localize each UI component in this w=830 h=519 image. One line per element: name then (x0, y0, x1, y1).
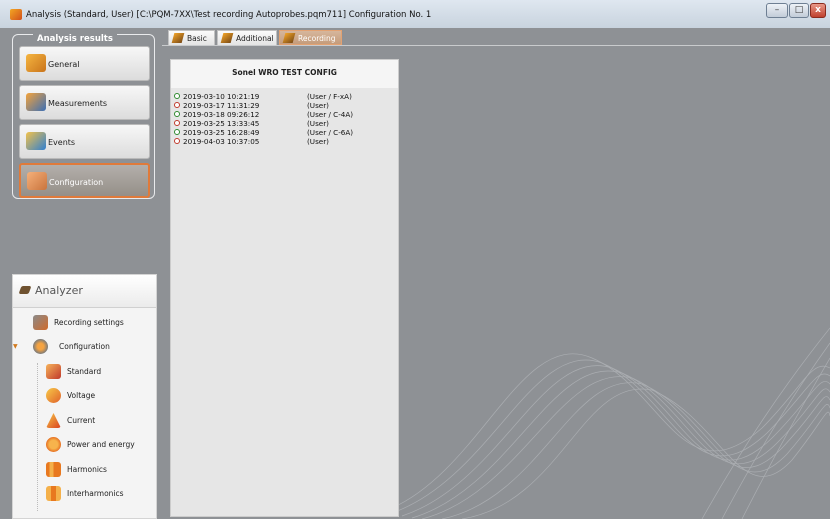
tab-recording[interactable]: Recording (279, 30, 342, 45)
tab-additional-label: Additional (236, 34, 274, 43)
record-mode: (User / F-xA) (307, 92, 352, 101)
status-red-icon (174, 138, 180, 144)
expand-arrow-icon[interactable]: ▼ (13, 343, 18, 350)
recording-settings-icon (33, 315, 48, 330)
power-energy-icon (46, 437, 61, 452)
events-label: Events (48, 138, 76, 147)
list-item[interactable]: 2019-03-18 09:26:12 (User / C-4A) (173, 110, 396, 119)
analysis-results-group: Analysis results General Measurements Ev… (12, 34, 155, 199)
measurements-icon (26, 93, 46, 111)
tree-item-label: Voltage (67, 391, 96, 400)
analyzer-header: Analyzer (13, 275, 156, 308)
measurements-label: Measurements (48, 99, 108, 108)
harmonics-icon (46, 462, 61, 477)
tab-strip-line (162, 45, 830, 46)
window-title: Analysis (Standard, User) [C:\PQM-7XX\Te… (26, 10, 432, 20)
analyzer-icon (18, 286, 32, 294)
left-panel: Analysis results General Measurements Ev… (0, 28, 162, 519)
tab-basic[interactable]: Basic (168, 30, 215, 45)
current-icon (46, 413, 61, 428)
record-mode: (User / C-4A) (307, 110, 354, 119)
tab-additional[interactable]: Additional (217, 30, 277, 45)
standard-icon (46, 364, 61, 379)
analysis-results-label: Analysis results (33, 34, 117, 44)
minimize-button[interactable]: – (766, 3, 788, 18)
list-item[interactable]: 2019-04-03 10:37:05 (User) (173, 137, 396, 146)
voltage-icon (46, 388, 61, 403)
minimize-icon: – (774, 5, 780, 15)
main-area: Basic Additional Recording Sonel WRO TES… (162, 28, 830, 519)
config-title: Sonel WRO TEST CONFIG (232, 68, 337, 77)
interharmonics-icon (46, 486, 61, 501)
tab-basic-label: Basic (187, 34, 207, 43)
record-datetime: 2019-03-25 13:33:45 (183, 119, 260, 128)
tree-item-label: Interharmonics (67, 489, 124, 498)
tree-item-label: Current (67, 416, 96, 425)
record-datetime: 2019-04-03 10:37:05 (183, 137, 260, 146)
status-green-icon (174, 129, 180, 135)
events-button[interactable]: Events (19, 124, 150, 159)
maximize-button[interactable]: □ (789, 3, 809, 18)
events-icon (26, 132, 46, 150)
list-item[interactable]: 2019-03-25 13:33:45 (User) (173, 119, 396, 128)
record-datetime: 2019-03-25 16:28:49 (183, 128, 260, 137)
measurements-button[interactable]: Measurements (19, 85, 150, 120)
tree-item-label: Power and energy (67, 440, 135, 449)
configuration-button[interactable]: Configuration (19, 163, 150, 198)
tab-recording-label: Recording (298, 34, 336, 43)
tree-item-label: Recording settings (54, 318, 124, 327)
list-item[interactable]: 2019-03-25 16:28:49 (User / C-6A) (173, 128, 396, 137)
record-mode: (User / C-6A) (307, 128, 354, 137)
status-red-icon (174, 120, 180, 126)
configuration-label: Configuration (49, 178, 104, 187)
record-mode: (User) (307, 101, 329, 110)
tab-recording-icon (282, 33, 296, 43)
general-icon (26, 54, 46, 72)
status-green-icon (174, 111, 180, 117)
record-mode: (User) (307, 119, 329, 128)
close-button[interactable]: x (810, 3, 826, 18)
record-mode: (User) (307, 137, 329, 146)
configuration-list-panel: Sonel WRO TEST CONFIG 2019-03-10 10:21:1… (170, 59, 399, 517)
list-item[interactable]: 2019-03-10 10:21:19 (User / F-xA) (173, 92, 396, 101)
record-datetime: 2019-03-10 10:21:19 (183, 92, 260, 101)
close-icon: x (815, 5, 821, 15)
window-titlebar: Analysis (Standard, User) [C:\PQM-7XX\Te… (0, 0, 830, 29)
analyzer-panel: Analyzer Recording settings ▼ Configurat… (12, 274, 157, 519)
tab-additional-icon (220, 33, 234, 43)
tree-item-label: Configuration (59, 342, 110, 351)
general-label: General (48, 60, 80, 69)
tree-connector (37, 363, 39, 511)
list-item[interactable]: 2019-03-17 11:31:29 (User) (173, 101, 396, 110)
maximize-icon: □ (794, 5, 804, 15)
tree-item-label: Harmonics (67, 465, 107, 474)
status-red-icon (174, 102, 180, 108)
analyzer-title: Analyzer (35, 284, 83, 297)
status-green-icon (174, 93, 180, 99)
app-icon (10, 9, 22, 20)
tab-basic-icon (171, 33, 185, 43)
record-datetime: 2019-03-18 09:26:12 (183, 110, 260, 119)
record-datetime: 2019-03-17 11:31:29 (183, 101, 260, 110)
configuration-tree-icon (33, 339, 48, 354)
tree-item-label: Standard (67, 367, 102, 376)
configuration-icon (27, 172, 47, 190)
general-button[interactable]: General (19, 46, 150, 81)
